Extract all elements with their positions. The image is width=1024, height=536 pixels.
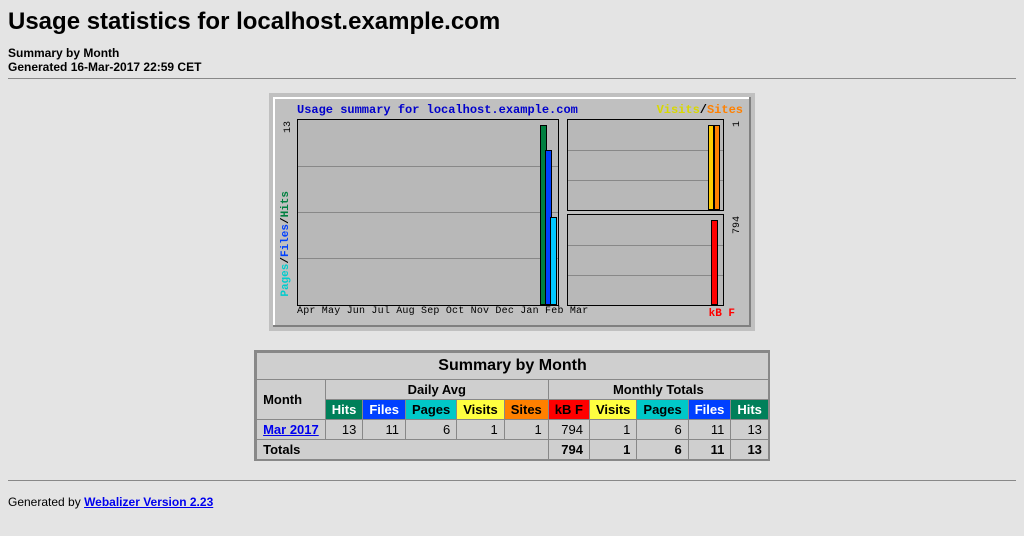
col-sites: Sites — [504, 400, 548, 420]
chart-left-ylabel: Pages/Files/Hits — [280, 191, 294, 297]
chart-title: Usage summary for localhost.example.com — [297, 103, 578, 117]
col-month: Month — [257, 380, 326, 420]
col-visits2: Visits — [589, 400, 636, 420]
generated-label: Generated 16-Mar-2017 22:59 CET — [8, 60, 1016, 74]
col-monthly-totals: Monthly Totals — [548, 380, 768, 400]
webalizer-link[interactable]: Webalizer Version 2.23 — [84, 495, 213, 509]
chart-left-plot — [297, 119, 559, 306]
totals-label: Totals — [257, 440, 549, 460]
cell: 6 — [637, 440, 688, 460]
cell: 11 — [363, 420, 406, 440]
col-hits2: Hits — [731, 400, 769, 420]
table-row: Mar 2017 13 11 6 1 1 794 1 6 11 13 — [257, 420, 769, 440]
cell: 1 — [457, 420, 504, 440]
usage-chart: Usage summary for localhost.example.com … — [269, 93, 755, 331]
chart-right-top-plot — [567, 119, 724, 211]
cell: 11 — [688, 440, 731, 460]
summary-table-wrap: Summary by Month Month Daily Avg Monthly… — [254, 350, 770, 461]
divider — [8, 78, 1016, 79]
col-daily-avg: Daily Avg — [325, 380, 548, 400]
chart-left-ytick: 13 — [283, 121, 294, 133]
cell: 6 — [405, 420, 456, 440]
page-title: Usage statistics for localhost.example.c… — [8, 8, 1016, 36]
col-visits: Visits — [457, 400, 504, 420]
chart-right-bottom-tick: 794 — [732, 216, 743, 234]
col-pages: Pages — [405, 400, 456, 420]
summary-table: Summary by Month Month Daily Avg Monthly… — [256, 352, 769, 460]
cell: 1 — [504, 420, 548, 440]
summary-label: Summary by Month — [8, 46, 1016, 60]
totals-row: Totals 794 1 6 11 13 — [257, 440, 769, 460]
cell: 13 — [731, 440, 769, 460]
cell: 11 — [688, 420, 731, 440]
cell: 13 — [325, 420, 363, 440]
cell: 6 — [637, 420, 688, 440]
month-link[interactable]: Mar 2017 — [263, 422, 319, 437]
chart-right-bottom-plot — [567, 214, 724, 306]
table-title: Summary by Month — [257, 353, 769, 380]
col-files: Files — [363, 400, 406, 420]
col-files2: Files — [688, 400, 731, 420]
cell: 1 — [589, 420, 636, 440]
cell: 794 — [548, 440, 589, 460]
chart-visits-sites-label: Visits/Sites — [657, 103, 743, 117]
cell: 794 — [548, 420, 589, 440]
chart-xaxis: Apr May Jun Jul Aug Sep Oct Nov Dec Jan … — [297, 306, 588, 317]
cell: 13 — [731, 420, 769, 440]
chart-right-top-tick: 1 — [732, 121, 743, 127]
col-pages2: Pages — [637, 400, 688, 420]
footer-text: Generated by — [8, 495, 84, 509]
col-hits: Hits — [325, 400, 363, 420]
divider — [8, 480, 1016, 481]
chart-kbf-label: kB F — [709, 308, 735, 320]
cell: 1 — [589, 440, 636, 460]
col-kbf: kB F — [548, 400, 589, 420]
